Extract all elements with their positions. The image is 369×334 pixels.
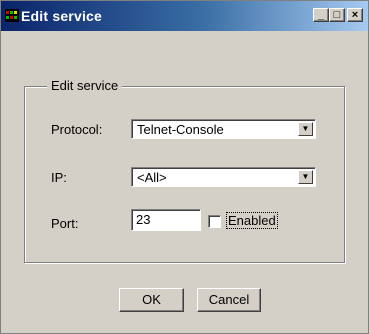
enabled-checkbox[interactable] bbox=[208, 215, 221, 228]
window-title: Edit service bbox=[21, 8, 102, 24]
port-input[interactable]: 23 bbox=[131, 209, 201, 231]
ok-button[interactable]: OK bbox=[119, 288, 184, 312]
maximize-icon: □ bbox=[333, 9, 341, 21]
close-button[interactable]: × bbox=[347, 8, 363, 22]
protocol-select[interactable]: Telnet-Console ▼ bbox=[131, 119, 316, 139]
enabled-label[interactable]: Enabled bbox=[226, 212, 278, 229]
ip-select-value: <All> bbox=[137, 170, 167, 185]
title-bar[interactable]: Edit service _ □ × bbox=[1, 1, 368, 31]
close-icon: × bbox=[351, 9, 359, 21]
maximize-button[interactable]: □ bbox=[329, 8, 345, 22]
minimize-button[interactable]: _ bbox=[313, 8, 329, 22]
edit-service-dialog: Edit service _ □ × Edit service Protocol… bbox=[0, 0, 369, 334]
protocol-label: Protocol: bbox=[51, 122, 103, 137]
ip-dropdown-button[interactable]: ▼ bbox=[298, 170, 313, 184]
protocol-dropdown-button[interactable]: ▼ bbox=[298, 122, 313, 136]
protocol-select-value: Telnet-Console bbox=[137, 122, 224, 137]
chevron-down-icon: ▼ bbox=[301, 172, 310, 181]
app-icon bbox=[5, 9, 19, 22]
port-label: Port: bbox=[51, 216, 79, 231]
cancel-button[interactable]: Cancel bbox=[197, 288, 261, 312]
group-legend: Edit service bbox=[47, 78, 123, 93]
ip-select[interactable]: <All> ▼ bbox=[131, 167, 316, 187]
ip-label: IP: bbox=[51, 170, 67, 185]
minimize-icon: _ bbox=[317, 9, 325, 21]
chevron-down-icon: ▼ bbox=[301, 124, 310, 133]
